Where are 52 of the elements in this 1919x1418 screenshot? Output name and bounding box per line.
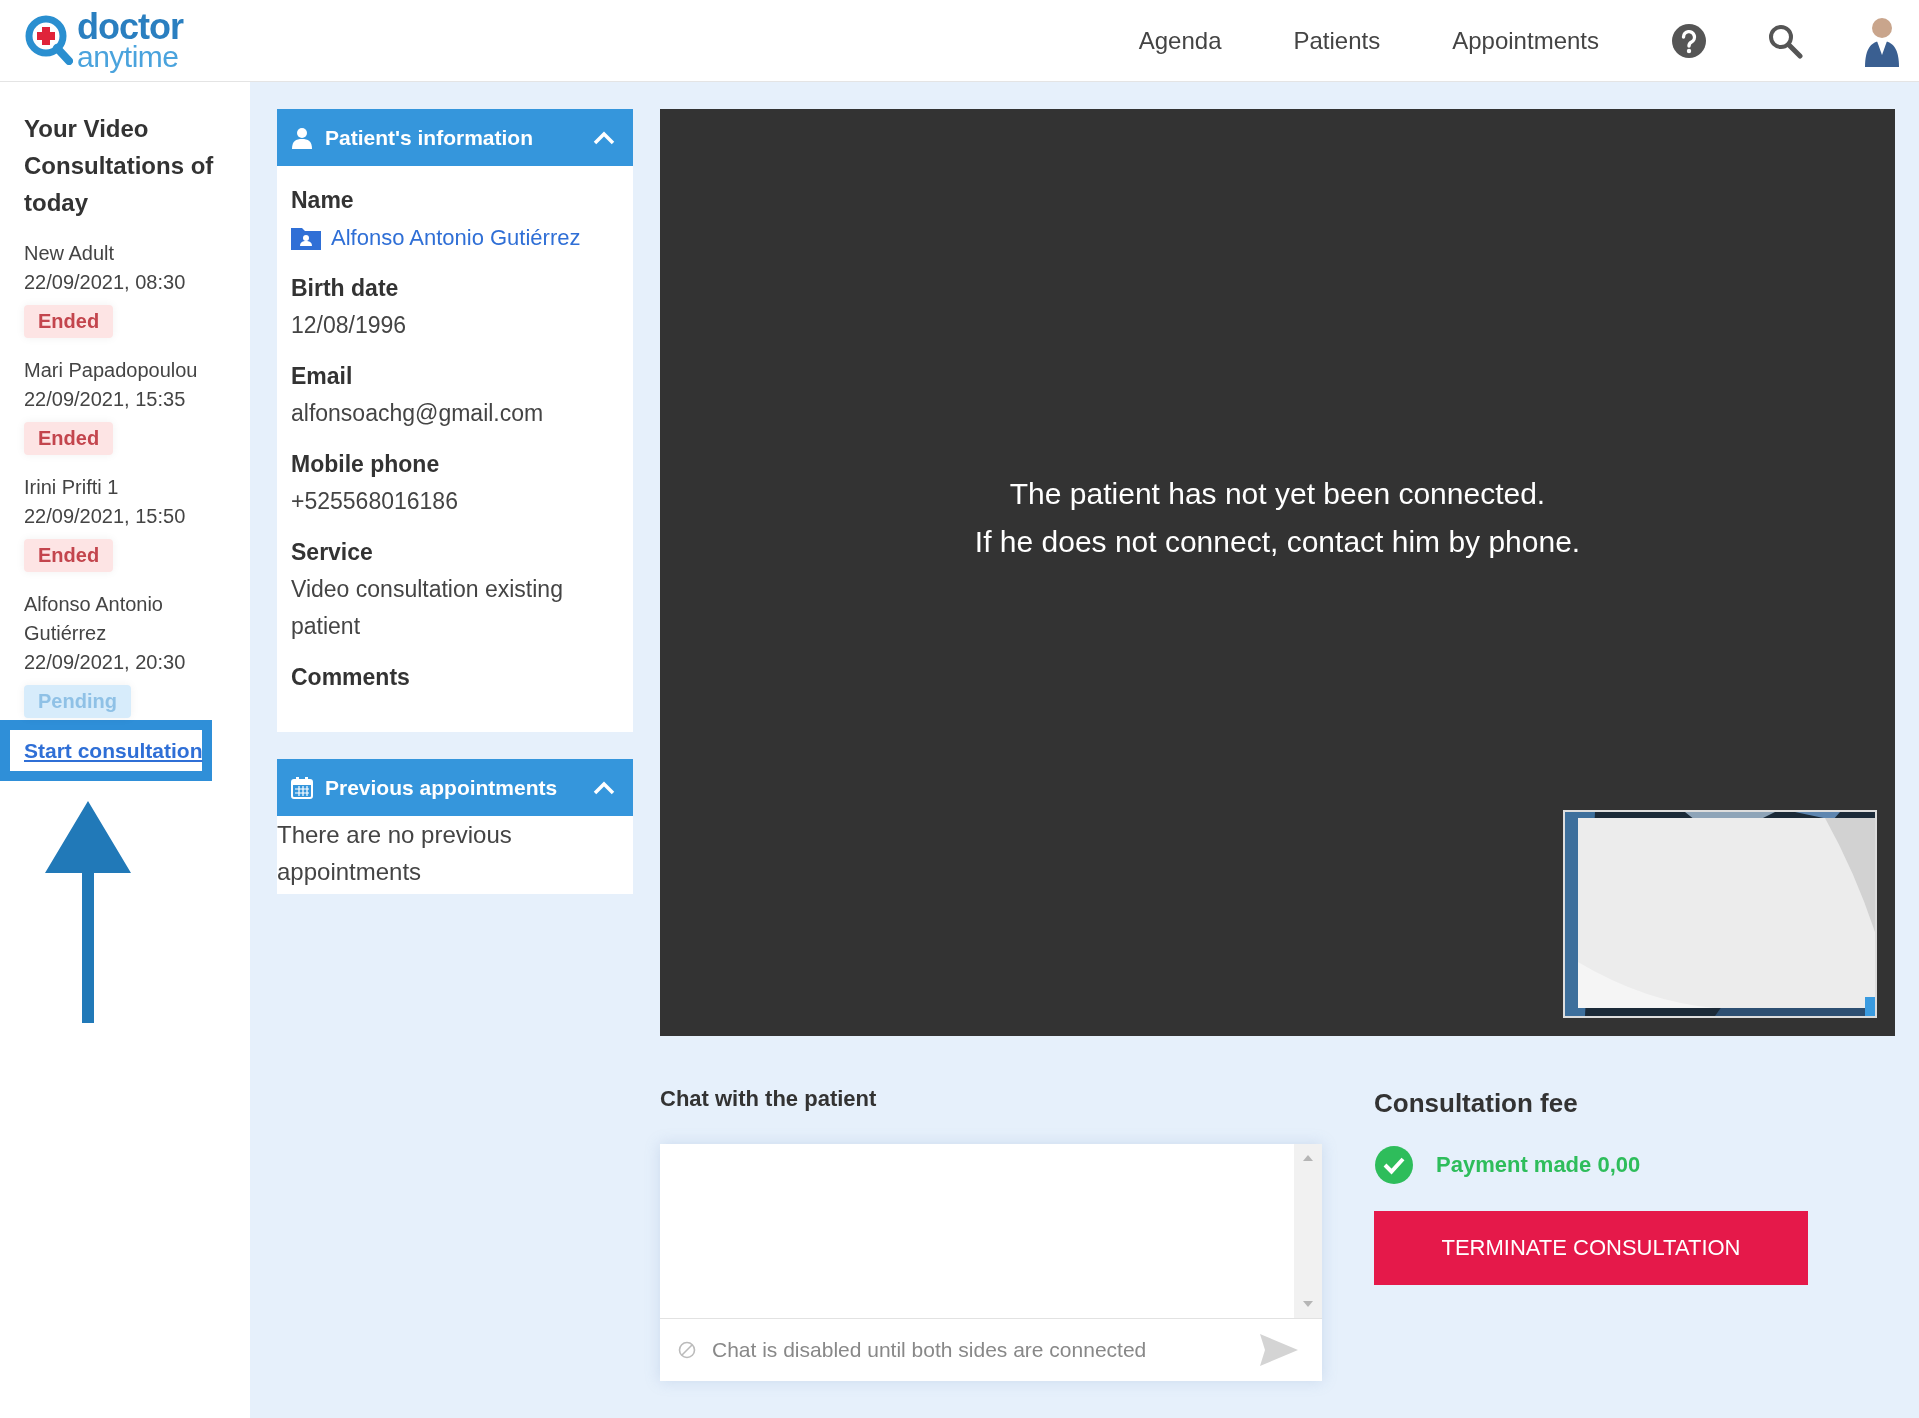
payment-status: Payment made 0,00: [1436, 1152, 1641, 1178]
up-arrow-icon: [45, 801, 131, 1023]
panel-title: Patient's information: [325, 125, 534, 150]
field-label: Name: [291, 186, 355, 215]
field-value: Video consultation existing patient: [291, 575, 564, 641]
consultation-name[interactable]: Mari Papadopoulou: [24, 356, 226, 385]
status-badge: Ended: [24, 305, 114, 338]
help-icon[interactable]: [1671, 22, 1707, 59]
nav-link[interactable]: Patients: [1293, 26, 1381, 55]
disabled-icon: [678, 1341, 696, 1359]
consultation-datetime: 22/09/2021, 15:35: [24, 387, 187, 412]
start-consultation-link[interactable]: Start consultation: [10, 730, 202, 771]
consultation-name[interactable]: Irini Prifti 1: [24, 473, 226, 502]
patient-name-link[interactable]: Alfonso Antonio Gutiérrez: [331, 219, 581, 256]
field-label: Email: [291, 362, 354, 391]
status-message: If he does not connect, contact him by phone.: [974, 523, 1581, 560]
field-value: alfonsoachg@gmail.com: [291, 399, 545, 428]
nav-link[interactable]: Agenda: [1138, 26, 1222, 55]
consultation-datetime: 22/09/2021, 08:30: [24, 270, 187, 295]
field-label: Service: [291, 538, 374, 567]
scrollbar[interactable]: [1294, 1144, 1322, 1318]
empty-message: There are no previous appointments: [277, 820, 513, 887]
consultation-name[interactable]: New Adult: [24, 239, 226, 268]
scroll-down-icon[interactable]: [1303, 1300, 1313, 1308]
terminate-consultation-button[interactable]: TERMINATE CONSULTATION: [1374, 1211, 1808, 1285]
panel-title: Previous appointments: [325, 775, 559, 800]
chat-title: Chat with the patient: [660, 1086, 878, 1112]
field-label: Birth date: [291, 274, 400, 303]
field-value: 12/08/1996: [291, 311, 408, 340]
person-icon: [291, 126, 313, 149]
sidebar-title: Your Video Consultations of today: [23, 114, 215, 218]
chevron-icon[interactable]: [593, 780, 615, 795]
status-badge: Ended: [24, 422, 114, 455]
calendar-icon: [291, 776, 313, 799]
consultation-datetime: 22/09/2021, 15:50: [24, 504, 187, 529]
logo-text: doctor: [77, 10, 183, 44]
field-label: Mobile phone: [291, 450, 441, 479]
chevron-icon[interactable]: [593, 130, 615, 145]
patient-folder-icon: [291, 225, 321, 250]
status-message: The patient has not yet been connected.: [1008, 475, 1547, 512]
field-value: +525568016186: [291, 487, 459, 516]
status-badge: Ended: [24, 539, 114, 572]
scroll-up-icon[interactable]: [1303, 1154, 1313, 1162]
logo-icon: [25, 15, 73, 66]
status-badge: Pending: [24, 685, 131, 718]
search-icon[interactable]: [1767, 22, 1803, 59]
fee-title: Consultation fee: [1374, 1088, 1579, 1119]
consultation-name[interactable]: Alfonso Antonio Gutiérrez: [24, 590, 226, 648]
field-label: Comments: [291, 663, 411, 692]
nav-link[interactable]: Appointments: [1452, 26, 1599, 55]
consultation-datetime: 22/09/2021, 20:30: [24, 650, 187, 675]
logo-subtext: anytime: [77, 43, 180, 71]
